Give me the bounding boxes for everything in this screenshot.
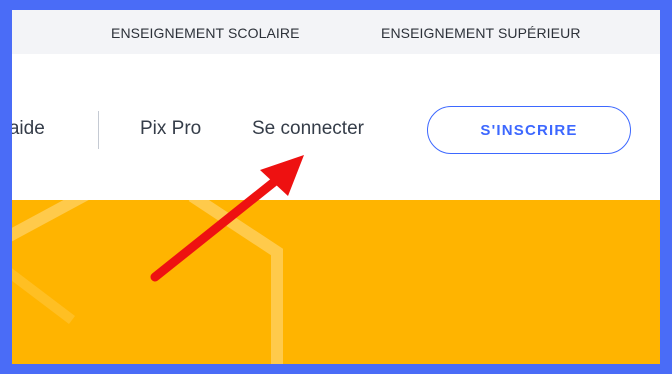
red-arrow-icon xyxy=(150,155,304,282)
screenshot-frame: ENSEIGNEMENT SCOLAIRE ENSEIGNEMENT SUPÉR… xyxy=(0,0,672,374)
page-viewport: ENSEIGNEMENT SCOLAIRE ENSEIGNEMENT SUPÉR… xyxy=(12,10,660,364)
